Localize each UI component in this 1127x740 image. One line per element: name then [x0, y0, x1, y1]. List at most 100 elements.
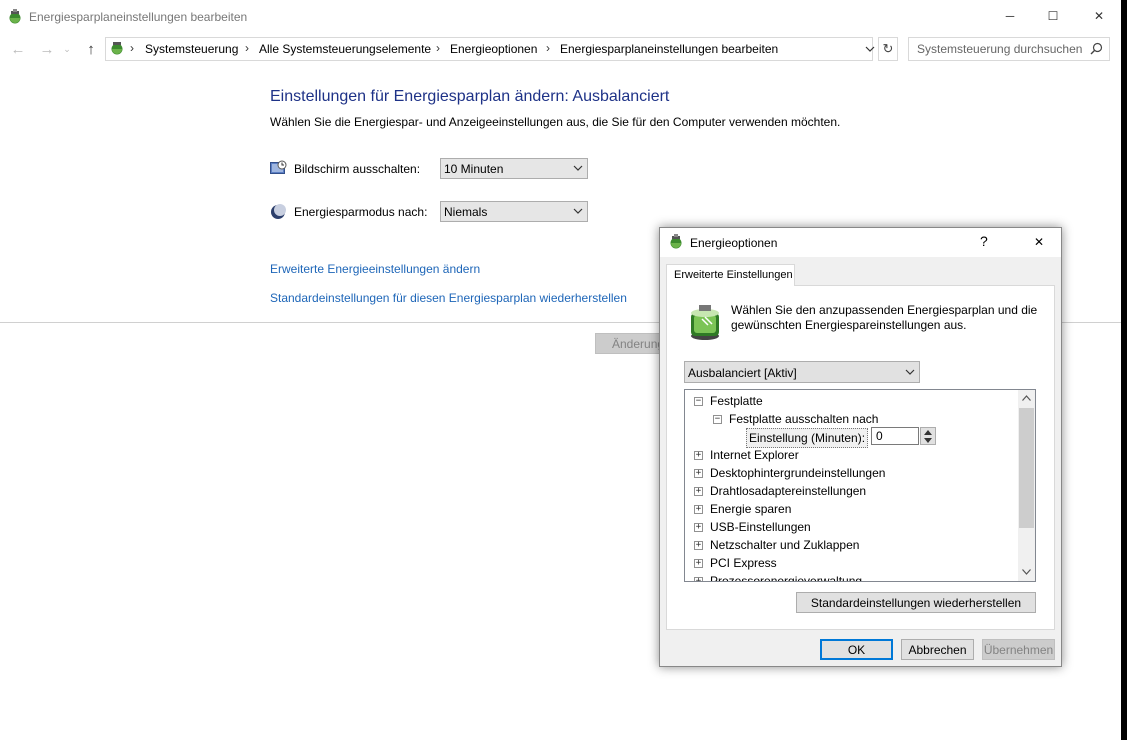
expand-icon[interactable]: +: [694, 577, 703, 581]
tree-item-label: USB-Einstellungen: [710, 520, 811, 534]
moon-icon: [271, 204, 286, 219]
search-placeholder: Systemsteuerung durchsuchen: [917, 42, 1083, 56]
scroll-up-icon[interactable]: [1022, 395, 1031, 401]
collapse-icon[interactable]: −: [713, 415, 722, 424]
breadcrumb-systemsteuerung[interactable]: Systemsteuerung: [145, 42, 238, 56]
tree-item-pci-express[interactable]: + PCI Express: [685, 554, 1018, 572]
breadcrumb-separator: ›: [130, 41, 134, 55]
tree-item-prozessor[interactable]: + Prozessorenergieverwaltung: [685, 572, 1018, 582]
dialog-title: Energieoptionen: [690, 236, 778, 250]
title-bar: Energiesparplaneinstellungen bearbeiten …: [0, 0, 1127, 32]
dialog-title-bar: Energieoptionen ? ✕: [660, 228, 1061, 257]
search-icon: [1090, 42, 1103, 55]
minimize-button[interactable]: ─: [987, 0, 1033, 32]
power-options-icon: [9, 9, 21, 24]
expand-icon[interactable]: +: [694, 451, 703, 460]
display-off-value: 10 Minuten: [444, 162, 504, 176]
ok-button[interactable]: OK: [820, 639, 893, 660]
dialog-description: Wählen Sie den anzupassenden Energiespar…: [731, 303, 1038, 332]
tree-item-label: Internet Explorer: [710, 448, 799, 462]
plan-value: Ausbalanciert [Aktiv]: [688, 366, 797, 380]
settings-tree[interactable]: − Festplatte − Festplatte ausschalten na…: [684, 389, 1036, 582]
apply-button[interactable]: Übernehmen: [982, 639, 1055, 660]
breadcrumb-alle-elemente[interactable]: Alle Systemsteuerungselemente: [259, 42, 431, 56]
setting-minutes-label: Einstellung (Minuten):: [746, 428, 869, 448]
window-edge: [1121, 0, 1127, 740]
minutes-spin-buttons[interactable]: [920, 427, 936, 445]
sleep-label: Energiesparmodus nach:: [294, 205, 428, 219]
tree-item-label: PCI Express: [710, 556, 777, 570]
restore-defaults-link[interactable]: Standardeinstellungen für diesen Energie…: [270, 291, 627, 305]
expand-icon[interactable]: +: [694, 541, 703, 550]
chevron-down-icon: [573, 208, 583, 214]
tree-item-label: Festplatte ausschalten nach: [729, 412, 879, 426]
scrollbar-thumb[interactable]: [1019, 408, 1034, 528]
tree-item-label: Desktophintergrundeinstellungen: [710, 466, 886, 480]
back-button[interactable]: ←: [7, 38, 29, 60]
chevron-down-icon: [905, 369, 915, 375]
forward-button[interactable]: →: [36, 38, 58, 60]
expand-icon[interactable]: +: [694, 559, 703, 568]
cancel-button[interactable]: Abbrechen: [901, 639, 974, 660]
arrow-up-icon: ↑: [87, 40, 95, 58]
scroll-down-icon[interactable]: [1022, 569, 1031, 575]
power-options-icon: [670, 234, 682, 249]
tree-item-festplatte[interactable]: − Festplatte: [685, 392, 1018, 410]
breadcrumb-separator: ›: [546, 41, 550, 55]
close-button[interactable]: ✕: [1076, 0, 1122, 32]
close-icon: ✕: [1093, 9, 1105, 23]
dialog-close-button[interactable]: ✕: [1024, 230, 1054, 254]
tree-item-energie-sparen[interactable]: + Energie sparen: [685, 500, 1018, 518]
display-off-label: Bildschirm ausschalten:: [294, 162, 421, 176]
page-description: Wählen Sie die Energiespar- und Anzeigee…: [270, 115, 841, 129]
chevron-down-icon: [573, 165, 583, 171]
maximize-button[interactable]: ☐: [1030, 0, 1076, 32]
tree-item-usb[interactable]: + USB-Einstellungen: [685, 518, 1018, 536]
restore-defaults-button[interactable]: Standardeinstellungen wiederherstellen: [796, 592, 1036, 613]
expand-icon[interactable]: +: [694, 505, 703, 514]
address-dropdown-button[interactable]: [862, 38, 878, 60]
tree-item-drahtlosadapter[interactable]: + Drahtlosadaptereinstellungen: [685, 482, 1018, 500]
breadcrumb-separator: ›: [245, 41, 249, 55]
close-icon: ✕: [1033, 235, 1045, 249]
advanced-settings-link[interactable]: Erweiterte Energieeinstellungen ändern: [270, 262, 480, 276]
sleep-value: Niemals: [444, 205, 488, 219]
up-button[interactable]: ↑: [80, 38, 102, 60]
tree-item-setting: Einstellung (Minuten):: [685, 428, 1018, 448]
tab-advanced-settings[interactable]: Erweiterte Einstellungen: [666, 264, 795, 286]
help-button[interactable]: ?: [980, 233, 988, 249]
recent-locations-button[interactable]: ⌄: [60, 38, 74, 60]
tree-item-label: Prozessorenergieverwaltung: [710, 574, 863, 582]
chevron-down-icon: [865, 46, 875, 52]
address-bar[interactable]: › Systemsteuerung › Alle Systemsteuerung…: [105, 37, 873, 61]
tree-scrollbar[interactable]: [1018, 390, 1035, 581]
display-off-select[interactable]: 10 Minuten: [440, 158, 588, 179]
tree-item-desktophintergrund[interactable]: + Desktophintergrundeinstellungen: [685, 464, 1018, 482]
spin-up-icon[interactable]: [924, 430, 932, 435]
expand-icon[interactable]: +: [694, 523, 703, 532]
refresh-button[interactable]: ↻: [878, 37, 898, 61]
arrow-left-icon: ←: [10, 40, 26, 58]
search-input[interactable]: Systemsteuerung durchsuchen: [908, 37, 1110, 61]
tree-item-netzschalter[interactable]: + Netzschalter und Zuklappen: [685, 536, 1018, 554]
power-options-icon: [111, 42, 123, 55]
spin-down-icon[interactable]: [924, 438, 932, 443]
chevron-down-icon: ⌄: [63, 43, 71, 54]
tree-item-label: Netzschalter und Zuklappen: [710, 538, 860, 552]
plan-select[interactable]: Ausbalanciert [Aktiv]: [684, 361, 920, 383]
minutes-spin-input[interactable]: 0: [871, 427, 919, 445]
breadcrumb-energieoptionen[interactable]: Energieoptionen: [450, 42, 537, 56]
expand-icon[interactable]: +: [694, 469, 703, 478]
breadcrumb-plan-settings[interactable]: Energiesparplaneinstellungen bearbeiten: [560, 42, 778, 56]
tree-item-label: Energie sparen: [710, 502, 792, 516]
page-title: Einstellungen für Energiesparplan ändern…: [270, 88, 670, 105]
monitor-clock-icon: [270, 160, 287, 174]
sleep-select[interactable]: Niemals: [440, 201, 588, 222]
maximize-icon: ☐: [1047, 9, 1059, 23]
expand-icon[interactable]: +: [694, 487, 703, 496]
tree-item-label: Drahtlosadaptereinstellungen: [710, 484, 867, 498]
tree-item-internet-explorer[interactable]: + Internet Explorer: [685, 446, 1018, 464]
minimize-icon: ─: [1005, 9, 1015, 23]
collapse-icon[interactable]: −: [694, 397, 703, 406]
tree-item-festplatte-off[interactable]: − Festplatte ausschalten nach: [685, 410, 1018, 428]
